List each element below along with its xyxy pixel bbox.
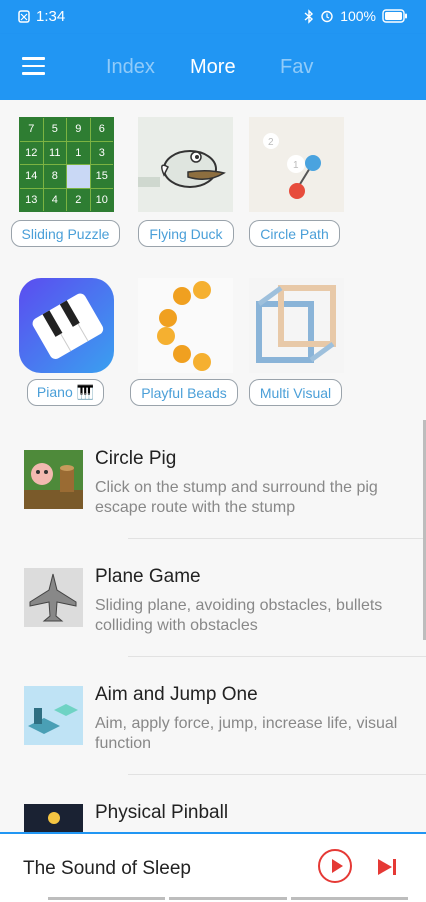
puzzle-cell: 14: [20, 165, 43, 188]
puzzle-cell: 6: [90, 118, 113, 141]
list-item[interactable]: Plane Game Sliding plane, avoiding obsta…: [0, 538, 426, 656]
cube-icon: [256, 285, 336, 363]
list-item-title: Aim and Jump One: [95, 684, 258, 705]
beads-thumbnail[interactable]: [138, 278, 233, 373]
puzzle-cell: 7: [20, 118, 43, 141]
play-button[interactable]: [318, 849, 352, 883]
list-item[interactable]: Aim and Jump One Aim, apply force, jump,…: [0, 656, 426, 774]
puzzle-cell: 5: [43, 118, 66, 141]
list-item[interactable]: Physical Pinball: [0, 774, 426, 832]
tab-fav[interactable]: Fav: [280, 56, 313, 79]
puzzle-cell: 3: [90, 141, 113, 164]
tab-index[interactable]: Index: [106, 56, 155, 79]
playful-beads-label[interactable]: Playful Beads: [130, 379, 238, 406]
sliding-puzzle-thumbnail[interactable]: 7 5 9 6 12 11 1 3 14 8 15 13 4 2 10: [19, 117, 114, 212]
aim-jump-thumbnail: [24, 686, 83, 745]
pinball-thumbnail: [24, 804, 83, 832]
skip-next-icon[interactable]: [376, 858, 398, 876]
status-right: 100%: [304, 8, 408, 24]
list-item-desc: Aim, apply force, jump, increase life, v…: [95, 715, 398, 752]
game-grid: 7 5 9 6 12 11 1 3 14 8 15 13 4 2 10 Sliding Puzzle Fly…: [0, 100, 426, 420]
battery-percent: 100%: [340, 8, 376, 24]
path-icon: 2 1: [263, 133, 321, 199]
list-item-title: Physical Pinball: [95, 802, 229, 823]
puzzle-cell: 1: [67, 141, 90, 164]
puzzle-cell: 4: [43, 188, 66, 211]
notification-icon: [18, 10, 30, 23]
bluetooth-icon: [304, 8, 314, 24]
list-item[interactable]: Circle Pig Click on the stump and surrou…: [0, 420, 426, 538]
circle-path-thumbnail[interactable]: 2 1: [249, 117, 344, 212]
puzzle-cell: 12: [20, 141, 43, 164]
multi-visual-label[interactable]: Multi Visual: [249, 379, 342, 406]
flying-duck-label[interactable]: Flying Duck: [138, 220, 234, 247]
puzzle-cell: 2: [67, 188, 90, 211]
mini-player: The Sound of Sleep: [0, 832, 426, 902]
puzzle-cell: 11: [43, 141, 66, 164]
list-item-title: Plane Game: [95, 566, 201, 587]
menu-icon[interactable]: [22, 57, 45, 75]
circle-pig-thumbnail: [24, 450, 83, 509]
list-item-desc: Sliding plane, avoiding obstacles, bulle…: [95, 597, 383, 634]
puzzle-board: 7 5 9 6 12 11 1 3 14 8 15 13 4 2 10: [20, 118, 113, 211]
list-item-title: Circle Pig: [95, 448, 177, 469]
circle-path-label[interactable]: Circle Path: [249, 220, 340, 247]
impossible-cube-thumbnail[interactable]: [249, 278, 344, 373]
list-item-desc: Click on the stump and surround the pig …: [95, 479, 378, 516]
battery-icon: [382, 9, 407, 23]
beads-icon: [157, 281, 211, 371]
piano-keys-icon: [32, 293, 104, 359]
tab-more[interactable]: More: [190, 56, 236, 79]
duck-icon: [138, 150, 226, 188]
plane-game-thumbnail: [24, 568, 83, 627]
puzzle-cell: 10: [90, 188, 113, 211]
app-bar: Index More Fav: [0, 34, 426, 100]
game-list: Circle Pig Click on the stump and surrou…: [0, 420, 426, 832]
path-number: 2: [268, 137, 274, 148]
puzzle-cell: 15: [90, 165, 113, 188]
track-title: The Sound of Sleep: [23, 858, 191, 879]
puzzle-empty-cell: [67, 165, 90, 188]
status-bar: 1:34 100%: [0, 0, 426, 34]
path-number: 1: [293, 160, 299, 171]
piano-label[interactable]: Piano 🎹: [27, 379, 104, 406]
alarm-icon: [321, 10, 333, 23]
puzzle-cell: 8: [43, 165, 66, 188]
status-left: 1:34: [18, 8, 65, 25]
flying-duck-thumbnail[interactable]: [138, 117, 233, 212]
puzzle-cell: 13: [20, 188, 43, 211]
sliding-puzzle-label[interactable]: Sliding Puzzle: [11, 220, 120, 247]
puzzle-cell: 9: [67, 118, 90, 141]
status-time: 1:34: [36, 8, 66, 25]
piano-app-icon[interactable]: [19, 278, 114, 373]
